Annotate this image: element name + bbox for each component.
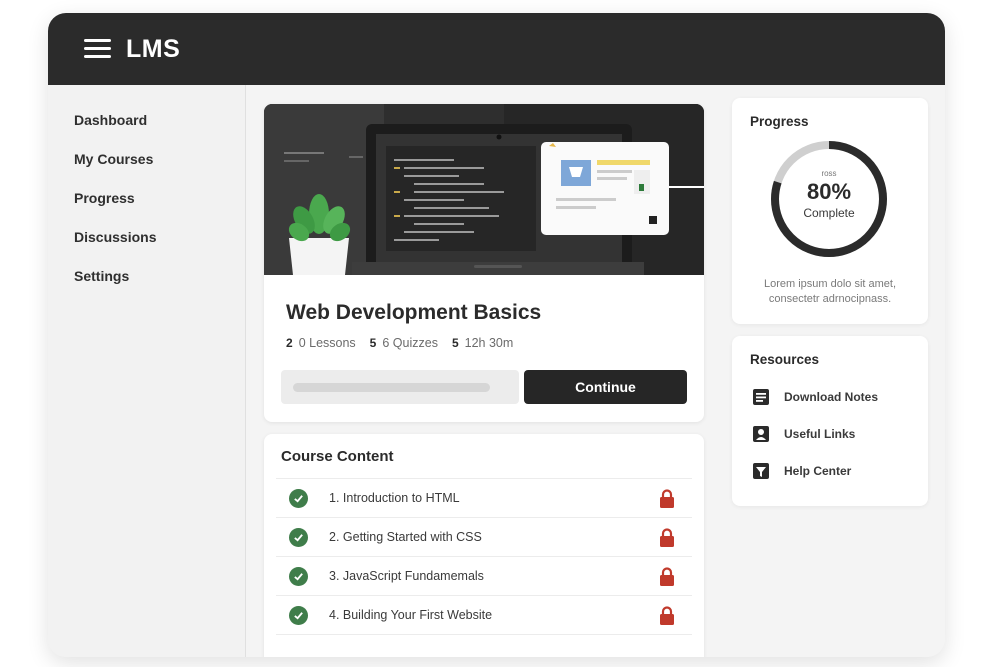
course-content-title: Course Content [281, 448, 394, 465]
course-progress-fill [293, 383, 490, 392]
right-panel: Progress ross 80% Complete Lorem ipsum d… [720, 85, 945, 657]
course-progress-bar [281, 370, 519, 404]
course-hero-image [264, 104, 704, 275]
progress-percent: 80% [806, 179, 852, 204]
menu-icon[interactable] [84, 39, 111, 59]
resource-download-notes[interactable]: Download Notes [752, 388, 878, 406]
course-card: Web Development Basics 2 0 Lessons 5 6 Q… [264, 104, 704, 422]
quizzes-icon: 5 [369, 336, 377, 350]
resource-help-center[interactable]: Help Center [752, 462, 851, 480]
sidebar-item-discussions[interactable]: Discussions [74, 229, 156, 245]
lesson-title: 3. JavaScript Fundamemals [329, 569, 484, 583]
clock-icon: 5 [451, 336, 459, 350]
progress-description: Lorem ipsum dolo sit amet, consectetr ad… [763, 278, 897, 305]
quizzes-label: 6 Quizzes [382, 336, 438, 350]
duration: 5 12h 30m [452, 336, 513, 350]
resources-card: Resources Download Notes Useful Links He… [732, 336, 928, 506]
resource-useful-links[interactable]: Useful Links [752, 425, 855, 443]
progress-card-title: Progress [750, 114, 809, 129]
course-content-card: Course Content 1. Introduction to HTML 2… [264, 434, 704, 657]
lock-icon [660, 606, 674, 625]
progress-ring-caption: ross [821, 169, 837, 178]
resource-label: Useful Links [784, 427, 856, 441]
lock-icon [660, 567, 674, 586]
continue-button[interactable]: Continue [524, 370, 687, 404]
resource-label: Help Center [784, 464, 852, 478]
check-icon [289, 488, 308, 508]
lessons-icon: 2 [286, 336, 293, 350]
check-icon [289, 605, 308, 625]
brand-logo[interactable]: LMS [126, 35, 180, 64]
app-window: LMS Dashboard My Courses Progress Discus… [48, 13, 945, 657]
lock-icon [660, 489, 674, 508]
lock-icon [660, 528, 674, 547]
progress-ring: ross 80% Complete [769, 139, 889, 259]
resource-label: Download Notes [784, 390, 879, 404]
course-title: Web Development Basics [286, 301, 542, 324]
sidebar-item-progress[interactable]: Progress [74, 190, 135, 206]
lesson-title: 4. Building Your First Website [329, 608, 493, 622]
lesson-row[interactable]: 4. Building Your First Website [276, 595, 692, 635]
sidebar-item-my-courses[interactable]: My Courses [74, 151, 153, 167]
lesson-row[interactable]: 1. Introduction to HTML [276, 478, 692, 517]
sidebar-item-dashboard[interactable]: Dashboard [74, 112, 147, 128]
course-meta: 2 0 Lessons 5 6 Quizzes 5 12h 30m [286, 336, 527, 350]
quizzes-count: 5 6 Quizzes [370, 336, 438, 350]
check-icon [289, 527, 308, 547]
resources-title: Resources [750, 352, 820, 367]
lesson-row[interactable]: 2. Getting Started with CSS [276, 517, 692, 556]
lessons-count: 2 0 Lessons [286, 336, 356, 350]
document-icon [753, 389, 769, 405]
sidebar: Dashboard My Courses Progress Discussion… [48, 85, 246, 657]
lesson-title: 2. Getting Started with CSS [329, 530, 482, 544]
lessons-label: 0 Lessons [298, 336, 356, 350]
main-content: Web Development Basics 2 0 Lessons 5 6 Q… [246, 85, 720, 657]
sidebar-item-settings[interactable]: Settings [74, 268, 129, 284]
lesson-title: 1. Introduction to HTML [329, 491, 460, 505]
help-icon [753, 463, 769, 479]
duration-label: 12h 30m [464, 336, 514, 350]
lesson-row[interactable]: 3. JavaScript Fundamemals [276, 556, 692, 595]
check-icon [289, 566, 308, 586]
top-bar: LMS [48, 13, 945, 85]
progress-card: Progress ross 80% Complete Lorem ipsum d… [732, 98, 928, 324]
bookmark-icon [753, 426, 769, 442]
progress-complete-label: Complete [803, 206, 855, 220]
